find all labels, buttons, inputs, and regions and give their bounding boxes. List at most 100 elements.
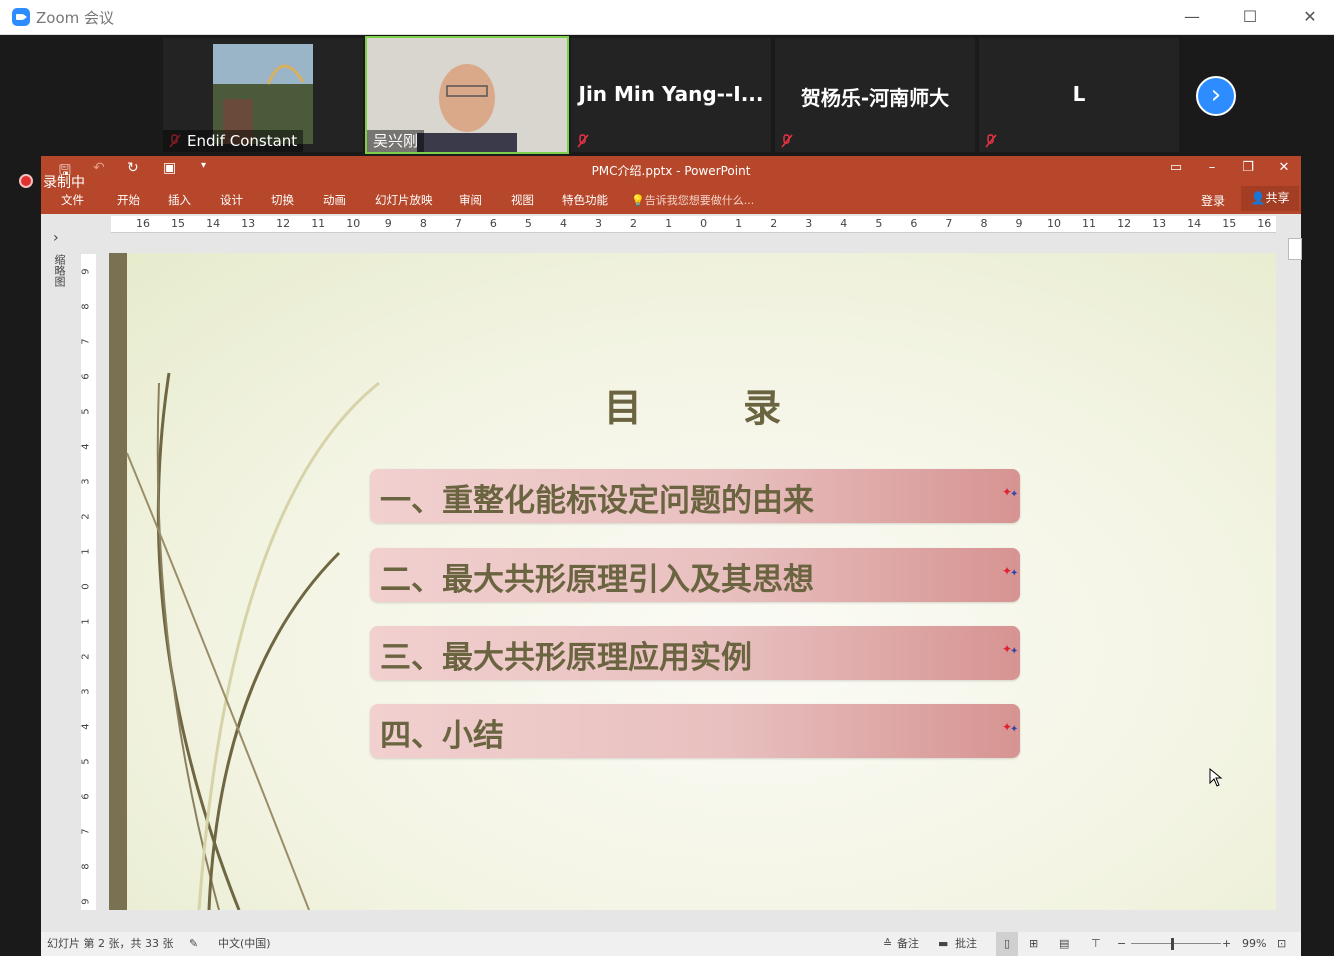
ruler-number: 3: [80, 688, 92, 695]
ruler-number: 6: [910, 217, 918, 230]
horizontal-ruler: 16 15 14 13 12 11 10 9 8 7 6 5 4 3 2 1 0 1 2 3 4 5 6 7 8 9 10 11 12 1…: [111, 216, 1276, 233]
ruler-number: 14: [1187, 217, 1202, 230]
ruler-number: 8: [980, 217, 988, 230]
presentation-icon[interactable]: ⊤: [1091, 932, 1101, 956]
share-label: 共享: [1265, 191, 1290, 205]
ruler-number: 5: [524, 217, 532, 230]
comments-button[interactable]: 批注: [955, 932, 977, 956]
ruler-number: 16: [136, 217, 150, 230]
menu-view[interactable]: 视图: [511, 192, 534, 208]
document-title: PMC介绍.pptx - PowerPoint: [591, 164, 751, 178]
ruler-number: 13: [241, 217, 256, 230]
menu-home[interactable]: 开始: [117, 192, 140, 208]
zoom-slider-track[interactable]: [1131, 943, 1221, 944]
restore-button[interactable]: ❐: [1233, 160, 1263, 175]
ribbon-display-icon[interactable]: ▭: [1161, 160, 1191, 175]
slide-counter: 幻灯片 第 2 张，共 33 张: [47, 937, 174, 950]
ruler-number: 7: [454, 217, 462, 230]
zoom-slider-thumb[interactable]: [1171, 938, 1174, 950]
toc-item: 二、最大共形原理引入及其思想 ✦: [370, 548, 1020, 602]
sparkle-icon: ✦: [1002, 485, 1018, 500]
menu-animations[interactable]: 动画: [323, 192, 346, 208]
ruler-number: 7: [80, 828, 92, 835]
menu-features[interactable]: 特色功能: [562, 192, 608, 208]
thumbnails-label[interactable]: 缩略图: [51, 254, 67, 287]
participant-tile-active[interactable]: 吴兴刚: [365, 36, 569, 154]
close-button[interactable]: ✕: [1269, 160, 1299, 175]
toc-item-text: 一、重整化能标设定问题的由来: [380, 483, 814, 519]
participant-tile[interactable]: Endif Constant: [163, 38, 363, 152]
sparkle-icon: ✦: [1002, 564, 1018, 579]
menu-review[interactable]: 审阅: [459, 192, 482, 208]
fit-slide-icon[interactable]: ⊡: [1277, 932, 1286, 956]
tell-me-box[interactable]: 💡告诉我您想要做什么...: [631, 192, 754, 208]
notes-button[interactable]: 备注: [897, 932, 919, 956]
participant-tile[interactable]: L: [979, 38, 1179, 152]
ruler-number: 3: [80, 478, 92, 485]
video-feed: [213, 44, 313, 144]
reading-view-icon[interactable]: ▤: [1059, 932, 1069, 956]
sparkle-icon: ✦: [1002, 720, 1018, 735]
expand-thumbnails-icon[interactable]: ›: [53, 230, 59, 246]
minimize-button[interactable]: –: [1197, 160, 1227, 175]
tell-me-text: 告诉我您想要做什么...: [644, 194, 755, 207]
vertical-scrollbar[interactable]: [1287, 236, 1302, 912]
menu-slideshow[interactable]: 幻灯片放映: [375, 192, 433, 208]
scroll-thumb[interactable]: [1288, 238, 1302, 260]
toc-item-text: 四、小结: [380, 718, 504, 754]
ruler-number: 10: [1047, 217, 1062, 230]
ruler-number: 12: [1117, 217, 1132, 230]
zoom-level[interactable]: 99%: [1242, 932, 1266, 956]
window-title: Zoom 会议: [36, 9, 115, 27]
ruler-number: 8: [419, 217, 427, 230]
menu-insert[interactable]: 插入: [168, 192, 191, 208]
spellcheck-icon[interactable]: ✎: [189, 932, 198, 956]
toc-item-text: 三、最大共形原理应用实例: [380, 640, 752, 676]
ruler-number: 1: [665, 217, 673, 230]
menu-design[interactable]: 设计: [220, 192, 243, 208]
ruler-number: 9: [80, 898, 92, 905]
mic-muted-icon: [985, 134, 997, 148]
ruler-number: 1: [80, 618, 92, 625]
participant-tile[interactable]: 贺杨乐-河南师大: [775, 38, 975, 152]
ruler-number: 1: [735, 217, 743, 230]
maximize-button[interactable]: ☐: [1230, 4, 1270, 30]
ppt-title-bar: 录制中 🖫 ↶ ↻ ▣ ▾ PMC介绍.pptx - PowerPoint ▭ …: [19, 156, 1301, 214]
ruler-number: 7: [945, 217, 953, 230]
comments-icon[interactable]: ▬: [938, 932, 948, 956]
slide-sorter-icon[interactable]: ⊞: [1029, 932, 1038, 956]
ruler-number: 15: [171, 217, 186, 230]
notes-icon[interactable]: ≙: [883, 932, 892, 956]
ruler-number: 3: [805, 217, 813, 230]
video-strip: Endif Constant 吴兴刚 Jin Min Yang--I... 贺杨…: [0, 35, 1334, 155]
share-button[interactable]: 👤共享: [1241, 186, 1299, 211]
slide-canvas[interactable]: 目 录 一、重整化能标设定问题的由来 ✦ 二、最大共形原理引入及其思想 ✦ 三、…: [109, 253, 1276, 910]
zoom-title-bar: Zoom 会议 — ☐ ✕: [0, 0, 1334, 35]
ruler-number: 4: [840, 217, 848, 230]
menu-transitions[interactable]: 切换: [271, 192, 294, 208]
lightbulb-icon: 💡: [631, 194, 645, 207]
ruler-number: 6: [80, 373, 92, 380]
powerpoint-window: 录制中 🖫 ↶ ↻ ▣ ▾ PMC介绍.pptx - PowerPoint ▭ …: [19, 156, 1302, 956]
mic-muted-icon: [781, 134, 793, 148]
zoom-in-button[interactable]: +: [1222, 932, 1231, 956]
ruler-number: 6: [489, 217, 497, 230]
minimize-button[interactable]: —: [1172, 4, 1212, 30]
zoom-logo-icon: [12, 8, 30, 26]
login-link[interactable]: 登录: [1201, 192, 1225, 209]
participant-tile[interactable]: Jin Min Yang--I...: [571, 38, 771, 152]
ruler-number: 2: [80, 653, 92, 660]
toc-item-text: 二、最大共形原理引入及其思想: [380, 562, 814, 598]
ruler-number: 6: [80, 793, 92, 800]
next-page-button[interactable]: ›: [1196, 76, 1236, 116]
language-indicator[interactable]: 中文(中国): [218, 932, 271, 956]
ruler-number: 7: [80, 338, 92, 345]
zoom-out-button[interactable]: −: [1117, 932, 1126, 956]
ruler-number: 13: [1152, 217, 1167, 230]
person-icon: 👤: [1250, 191, 1266, 205]
ruler-number: 9: [1015, 217, 1023, 230]
menu-file[interactable]: 文件: [61, 192, 84, 208]
close-button[interactable]: ✕: [1290, 4, 1330, 30]
normal-view-icon[interactable]: ▯: [996, 932, 1018, 956]
status-bar: 幻灯片 第 2 张，共 33 张 ✎ 中文(中国) ≙ 备注 ▬ 批注 ▯ ⊞ …: [41, 932, 1301, 956]
